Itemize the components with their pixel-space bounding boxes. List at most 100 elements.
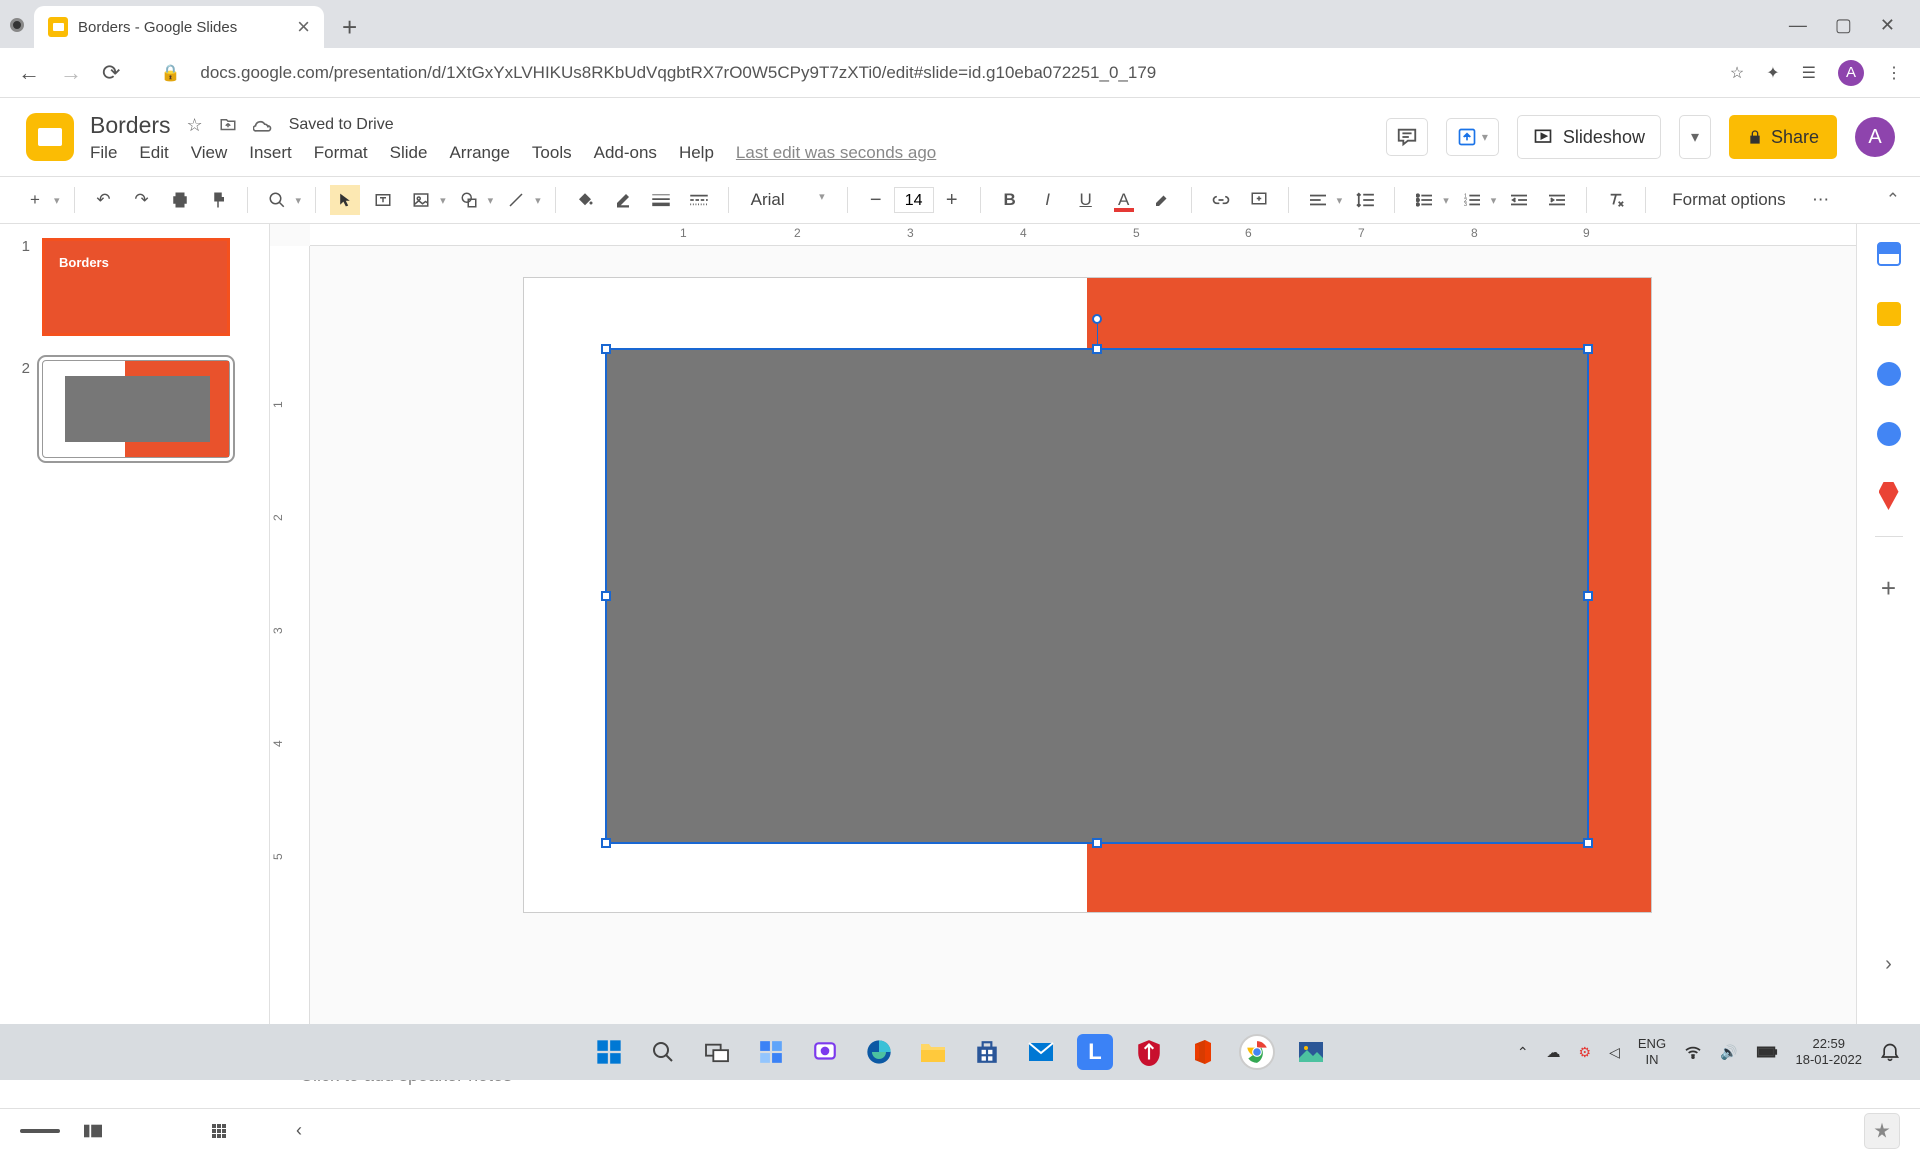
menu-edit[interactable]: Edit xyxy=(139,143,168,163)
image-tool[interactable] xyxy=(406,185,436,215)
menu-tools[interactable]: Tools xyxy=(532,143,572,163)
side-panel-expand-icon[interactable]: › xyxy=(1885,953,1892,976)
font-size-increase[interactable]: + xyxy=(938,186,966,214)
numbered-list-button[interactable]: 123 xyxy=(1457,185,1487,215)
microsoft-store-icon[interactable] xyxy=(969,1034,1005,1070)
maps-icon[interactable] xyxy=(1879,482,1899,510)
image-dropdown[interactable]: ▾ xyxy=(440,194,446,207)
border-dash-button[interactable] xyxy=(684,185,714,215)
contacts-icon[interactable] xyxy=(1877,422,1901,446)
chat-taskbar-icon[interactable] xyxy=(807,1034,843,1070)
chrome-avatar[interactable]: A xyxy=(1838,60,1864,86)
mcafee-icon[interactable] xyxy=(1131,1034,1167,1070)
edge-icon[interactable] xyxy=(861,1034,897,1070)
account-avatar[interactable]: A xyxy=(1855,117,1895,157)
menu-format[interactable]: Format xyxy=(314,143,368,163)
bullet-dropdown[interactable]: ▾ xyxy=(1443,194,1449,207)
zoom-button[interactable] xyxy=(262,185,292,215)
highlight-button[interactable] xyxy=(1147,185,1177,215)
tasks-icon[interactable] xyxy=(1877,362,1901,386)
menu-slide[interactable]: Slide xyxy=(390,143,428,163)
keep-icon[interactable] xyxy=(1877,302,1901,326)
reload-icon[interactable]: ⟳ xyxy=(102,60,120,86)
bullet-list-button[interactable] xyxy=(1409,185,1439,215)
present-dropdown[interactable]: ▾ xyxy=(1446,118,1499,156)
align-button[interactable] xyxy=(1303,185,1333,215)
slide-canvas[interactable] xyxy=(524,278,1651,912)
shape-tool[interactable] xyxy=(454,185,484,215)
shape-dropdown[interactable]: ▾ xyxy=(488,194,494,207)
print-button[interactable] xyxy=(165,185,195,215)
language-indicator[interactable]: ENG IN xyxy=(1638,1036,1666,1067)
slide-thumbnail-2[interactable]: 2 xyxy=(0,356,269,462)
lock-icon[interactable]: 🔒 xyxy=(160,63,180,83)
paint-format-button[interactable] xyxy=(203,185,233,215)
text-color-button[interactable]: A xyxy=(1109,185,1139,215)
more-options-button[interactable]: ⋯ xyxy=(1806,185,1836,215)
mail-icon[interactable] xyxy=(1023,1034,1059,1070)
last-edit-link[interactable]: Last edit was seconds ago xyxy=(736,143,936,163)
close-window-icon[interactable]: ✕ xyxy=(1880,15,1895,36)
rotate-handle[interactable] xyxy=(1092,314,1102,324)
notifications-tray-icon[interactable] xyxy=(1880,1042,1900,1062)
line-spacing-button[interactable] xyxy=(1350,185,1380,215)
resize-handle-bm[interactable] xyxy=(1092,838,1102,848)
underline-button[interactable]: U xyxy=(1071,185,1101,215)
extensions-icon[interactable]: ✦ xyxy=(1766,63,1779,83)
comment-insert-button[interactable] xyxy=(1244,185,1274,215)
bold-button[interactable]: B xyxy=(995,185,1025,215)
line-dropdown[interactable]: ▾ xyxy=(535,194,541,207)
filmstrip-view-icon[interactable] xyxy=(74,1124,112,1138)
textbox-tool[interactable] xyxy=(368,185,398,215)
collapse-toolbar-icon[interactable]: ⌃ xyxy=(1886,190,1900,210)
resize-handle-tl[interactable] xyxy=(601,344,611,354)
resize-handle-mr[interactable] xyxy=(1583,591,1593,601)
chrome-profile-dot[interactable] xyxy=(10,18,24,32)
resize-handle-tr[interactable] xyxy=(1583,344,1593,354)
location-tray-icon[interactable]: ◁ xyxy=(1609,1044,1620,1061)
file-explorer-icon[interactable] xyxy=(915,1034,951,1070)
back-icon[interactable]: ← xyxy=(18,60,40,86)
maximize-icon[interactable]: ▢ xyxy=(1835,15,1852,36)
tray-chevron-icon[interactable]: ⌃ xyxy=(1517,1044,1529,1061)
search-taskbar-icon[interactable] xyxy=(645,1034,681,1070)
calendar-icon[interactable] xyxy=(1877,242,1901,266)
resize-handle-bl[interactable] xyxy=(601,838,611,848)
minimize-icon[interactable]: — xyxy=(1789,15,1807,36)
menu-insert[interactable]: Insert xyxy=(249,143,292,163)
wifi-tray-icon[interactable] xyxy=(1684,1045,1702,1059)
onedrive-tray-icon[interactable]: ☁ xyxy=(1547,1044,1561,1061)
addons-plus-icon[interactable]: + xyxy=(1881,573,1896,604)
explore-button[interactable] xyxy=(1864,1113,1900,1149)
redo-button[interactable]: ↷ xyxy=(127,185,157,215)
numbered-dropdown[interactable]: ▾ xyxy=(1491,194,1497,207)
canvas-area[interactable]: 1 2 3 4 5 6 7 8 9 1 2 3 4 5 xyxy=(270,224,1856,1046)
chrome-menu-icon[interactable]: ⋮ xyxy=(1886,63,1902,83)
comments-button[interactable] xyxy=(1386,118,1428,156)
menu-view[interactable]: View xyxy=(191,143,228,163)
resize-handle-ml[interactable] xyxy=(601,591,611,601)
menu-file[interactable]: File xyxy=(90,143,117,163)
line-tool[interactable] xyxy=(501,185,531,215)
font-size-decrease[interactable]: − xyxy=(862,186,890,214)
clear-formatting-button[interactable] xyxy=(1601,185,1631,215)
resize-handle-tm[interactable] xyxy=(1092,344,1102,354)
star-bookmark-icon[interactable]: ☆ xyxy=(1730,63,1744,83)
menu-addons[interactable]: Add-ons xyxy=(594,143,657,163)
battery-tray-icon[interactable] xyxy=(1756,1045,1778,1059)
resize-handle-br[interactable] xyxy=(1583,838,1593,848)
slide-thumbnail-1[interactable]: 1 Borders xyxy=(0,234,269,340)
start-menu-icon[interactable] xyxy=(591,1034,627,1070)
document-title[interactable]: Borders xyxy=(90,112,171,139)
browser-tab[interactable]: Borders - Google Slides × xyxy=(34,6,324,48)
select-tool[interactable] xyxy=(330,185,360,215)
align-dropdown[interactable]: ▾ xyxy=(1337,194,1343,207)
app-l-icon[interactable]: L xyxy=(1077,1034,1113,1070)
slideshow-dropdown[interactable]: ▾ xyxy=(1679,115,1711,159)
grey-textbox-selected[interactable] xyxy=(605,348,1589,844)
undo-button[interactable]: ↶ xyxy=(89,185,119,215)
menu-arrange[interactable]: Arrange xyxy=(449,143,509,163)
volume-tray-icon[interactable]: 🔊 xyxy=(1720,1044,1737,1061)
grid-view-icon[interactable] xyxy=(202,1124,236,1138)
fill-color-button[interactable] xyxy=(570,185,600,215)
